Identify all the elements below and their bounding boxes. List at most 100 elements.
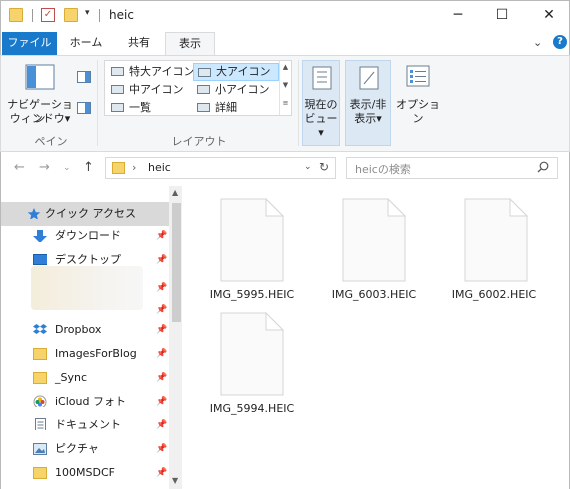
gallery-more-icon[interactable]: ≡ xyxy=(280,99,291,107)
sidebar-item-dropbox[interactable]: Dropbox 📌 xyxy=(1,318,169,342)
file-icon xyxy=(464,198,528,282)
forward-button[interactable]: → xyxy=(39,160,50,175)
star-icon xyxy=(27,208,41,219)
group-separator xyxy=(97,60,98,146)
file-icon xyxy=(220,198,284,282)
layout-item-label: 一覧 xyxy=(129,101,151,114)
sidebar-item-icloud-photos[interactable]: iCloud フォト 📌 xyxy=(1,390,169,414)
scroll-down-icon[interactable]: ▼ xyxy=(172,476,178,485)
file-name: IMG_5994.HEIC xyxy=(209,402,295,415)
file-name: IMG_6002.HEIC xyxy=(451,288,537,301)
options-icon xyxy=(406,65,430,87)
pin-icon[interactable]: 📌 xyxy=(156,318,167,342)
file-item[interactable]: IMG_5995.HEIC xyxy=(182,186,294,306)
preview-pane-icon[interactable] xyxy=(77,71,91,83)
sidebar-item-pictures[interactable]: ピクチャ 📌 xyxy=(1,437,169,461)
layout-large-icons[interactable]: 大アイコン xyxy=(193,63,279,81)
address-bar[interactable]: › heic ⌄ ↻ xyxy=(105,157,336,179)
tab-file[interactable]: ファイル xyxy=(2,32,57,55)
properties-icon[interactable]: ✓ xyxy=(41,8,55,22)
scroll-up-icon[interactable]: ▲ xyxy=(280,63,291,71)
layout-item-label: 特大アイコン xyxy=(129,65,195,78)
layout-list[interactable]: 一覧 xyxy=(107,99,191,117)
new-folder-icon[interactable] xyxy=(64,8,78,22)
file-item[interactable]: IMG_6003.HEIC xyxy=(304,186,416,306)
current-view-label-1: 現在の xyxy=(304,98,338,111)
ribbon: ナビゲーション ウィンドウ▾ ペイン 特大アイコン 大アイコン 中アイコン 小ア… xyxy=(0,55,570,152)
scroll-up-icon[interactable]: ▲ xyxy=(172,188,178,197)
layout-extra-large-icons[interactable]: 特大アイコン xyxy=(107,63,195,81)
sidebar-item-imagesforblog[interactable]: ImagesForBlog 📌 xyxy=(1,342,169,366)
breadcrumb-chevron-icon[interactable]: › xyxy=(132,161,136,174)
current-view-label-2: ビュー▾ xyxy=(304,112,338,139)
scroll-down-icon[interactable]: ▼ xyxy=(280,81,291,89)
sidebar-item-documents[interactable]: ドキュメント 📌 xyxy=(1,413,169,437)
pin-icon[interactable]: 📌 xyxy=(156,224,167,248)
layout-gallery-scroll[interactable]: ▲ ▼ ≡ xyxy=(279,61,291,115)
search-input[interactable]: heicの検索 xyxy=(346,157,558,179)
tab-view[interactable]: 表示 xyxy=(165,32,215,55)
sidebar-item-quick-access[interactable]: クイック アクセス xyxy=(1,202,169,226)
pin-icon[interactable]: 📌 xyxy=(156,437,167,461)
sidebar-item-label: ダウンロード xyxy=(55,229,121,242)
quick-access-toolbar-dropdown-icon[interactable]: ▾ xyxy=(85,8,90,18)
layout-group-label: レイアウト xyxy=(171,135,227,148)
breadcrumb[interactable]: heic xyxy=(148,161,171,174)
tab-share[interactable]: 共有 xyxy=(119,32,159,55)
options-label: オプション xyxy=(396,98,440,125)
refresh-icon[interactable]: ↻ xyxy=(319,160,329,174)
current-view-button[interactable]: 現在の ビュー▾ xyxy=(302,60,340,146)
show-hide-icon xyxy=(359,66,379,90)
window-title: heic xyxy=(109,8,134,22)
navigation-pane: クイック アクセス ダウンロード 📌 デスクトップ 📌 📌 📌 Dropbox … xyxy=(0,186,183,489)
search-placeholder: heicの検索 xyxy=(355,163,411,176)
ribbon-tabs: ファイル ホーム 共有 表示 ⌄ ? xyxy=(0,30,570,55)
help-icon[interactable]: ? xyxy=(553,35,567,49)
sidebar-item-sync[interactable]: _Sync 📌 xyxy=(1,366,169,390)
search-icon[interactable] xyxy=(537,161,549,173)
scrollbar-thumb[interactable] xyxy=(172,203,181,322)
recent-locations-dropdown-icon[interactable]: ⌄ xyxy=(63,163,71,173)
documents-icon xyxy=(35,418,46,430)
current-view-icon xyxy=(312,66,332,90)
maximize-button[interactable]: ☐ xyxy=(490,5,514,25)
details-icon xyxy=(197,103,210,112)
up-button[interactable]: ↑ xyxy=(83,160,94,175)
show-hide-button[interactable]: 表示/非 表示▾ xyxy=(345,60,391,146)
layout-item-label: 詳細 xyxy=(215,101,237,114)
pin-icon[interactable]: 📌 xyxy=(156,390,167,414)
address-dropdown-icon[interactable]: ⌄ xyxy=(304,162,312,172)
separator xyxy=(32,9,33,22)
show-hide-label-2: 表示▾ xyxy=(354,112,382,125)
sidebar-item-label: ImagesForBlog xyxy=(55,347,137,360)
layout-details[interactable]: 詳細 xyxy=(193,99,279,117)
sidebar-item-label: ピクチャ xyxy=(55,442,99,455)
list-icon xyxy=(111,103,124,112)
nav-pane-label-2: ウィンドウ▾ xyxy=(9,112,71,125)
close-button[interactable]: ✕ xyxy=(537,5,561,25)
pin-icon[interactable]: 📌 xyxy=(156,366,167,390)
pin-icon[interactable]: 📌 xyxy=(156,461,167,485)
layout-small-icons[interactable]: 小アイコン xyxy=(193,81,279,99)
ribbon-expand-icon[interactable]: ⌄ xyxy=(533,36,542,49)
sidebar-item-100msdcf[interactable]: 100MSDCF 📌 xyxy=(1,461,169,485)
layout-medium-icons[interactable]: 中アイコン xyxy=(107,81,191,99)
details-pane-icon[interactable] xyxy=(77,102,91,114)
back-button[interactable]: ← xyxy=(14,160,25,175)
pin-icon[interactable]: 📌 xyxy=(156,276,167,300)
sidebar-item-downloads[interactable]: ダウンロード 📌 xyxy=(1,224,169,248)
pin-icon[interactable]: 📌 xyxy=(156,248,167,272)
file-item[interactable]: IMG_6002.HEIC xyxy=(426,186,536,306)
small-icons-icon xyxy=(197,85,210,94)
minimize-button[interactable]: ─ xyxy=(446,5,470,25)
pin-icon[interactable]: 📌 xyxy=(156,342,167,366)
layout-item-label: 大アイコン xyxy=(216,65,271,78)
file-item[interactable]: IMG_5994.HEIC xyxy=(182,300,294,420)
file-name: IMG_6003.HEIC xyxy=(331,288,417,301)
desktop-icon xyxy=(33,254,47,265)
tab-home[interactable]: ホーム xyxy=(65,32,107,55)
layout-item-label: 中アイコン xyxy=(129,83,184,96)
layout-item-label: 小アイコン xyxy=(215,83,270,96)
group-separator xyxy=(298,60,299,146)
pin-icon[interactable]: 📌 xyxy=(156,413,167,437)
